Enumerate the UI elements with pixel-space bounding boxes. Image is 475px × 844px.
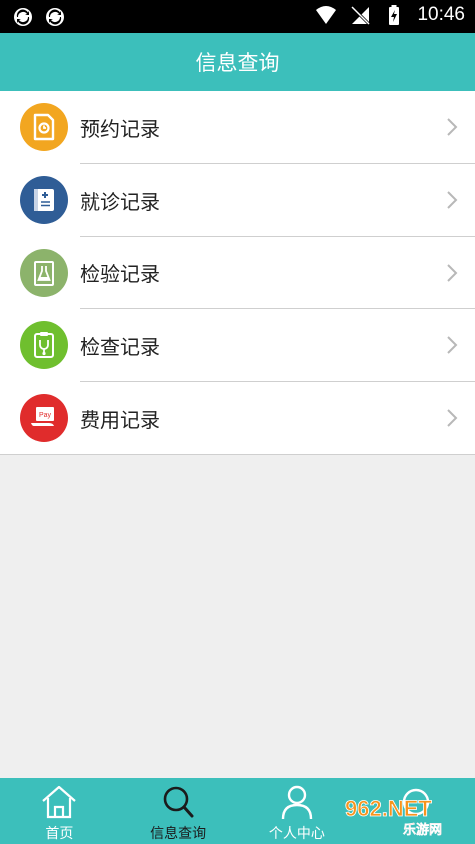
record-list: 预约记录 就诊记录 检验记录 检查记录 Pay 费用记录	[0, 91, 475, 455]
item-label: 检查记录	[80, 335, 160, 360]
watermark-logo: 962.NET 乐游网	[345, 796, 443, 838]
payment-icon: Pay	[20, 394, 68, 443]
svg-text:Pay: Pay	[39, 412, 52, 419]
item-label: 检验记录	[80, 262, 160, 287]
chevron-right-icon	[447, 118, 458, 136]
chevron-right-icon	[447, 191, 458, 209]
item-label: 费用记录	[80, 408, 160, 433]
list-item-appointment-records[interactable]: 预约记录	[0, 91, 475, 164]
tab-home[interactable]: 首页	[0, 778, 119, 844]
examination-icon	[20, 321, 68, 370]
tab-label: 首页	[45, 826, 74, 842]
watermark-subtext: 乐游网	[403, 822, 442, 838]
chevron-right-icon	[447, 336, 458, 355]
appointment-icon	[20, 103, 68, 151]
watermark-text: 962.NET	[345, 796, 432, 821]
battery-icon	[389, 5, 400, 25]
tab-label: 个人中心	[268, 826, 325, 842]
tab-label: 信息查询	[150, 826, 207, 842]
sync-icon	[14, 8, 32, 26]
tab-info-query[interactable]: 信息查询	[119, 778, 238, 844]
list-item-visit-records[interactable]: 就诊记录	[0, 164, 475, 237]
user-icon	[281, 785, 313, 820]
sync-icon	[46, 8, 64, 26]
list-item-examination-records[interactable]: 检查记录	[0, 309, 475, 383]
lab-test-icon	[20, 248, 68, 297]
clinic-visit-icon	[20, 175, 68, 224]
list-item-lab-test-records[interactable]: 检验记录	[0, 237, 475, 310]
no-signal-icon	[351, 5, 371, 26]
item-label: 预约记录	[80, 116, 160, 141]
tab-personal-center[interactable]: 个人中心	[238, 778, 357, 844]
app-header: 信息查询	[0, 33, 475, 91]
home-icon	[42, 785, 77, 819]
chevron-right-icon	[447, 263, 458, 282]
list-item-payment-records[interactable]: Pay 费用记录	[0, 382, 475, 455]
item-label: 就诊记录	[80, 189, 160, 214]
search-icon	[163, 786, 194, 818]
status-time: 10:46	[417, 4, 465, 25]
wifi-icon	[316, 6, 337, 24]
chevron-right-icon	[447, 409, 458, 427]
status-bar: 10:46	[0, 0, 475, 33]
page-title: 信息查询	[195, 51, 280, 75]
